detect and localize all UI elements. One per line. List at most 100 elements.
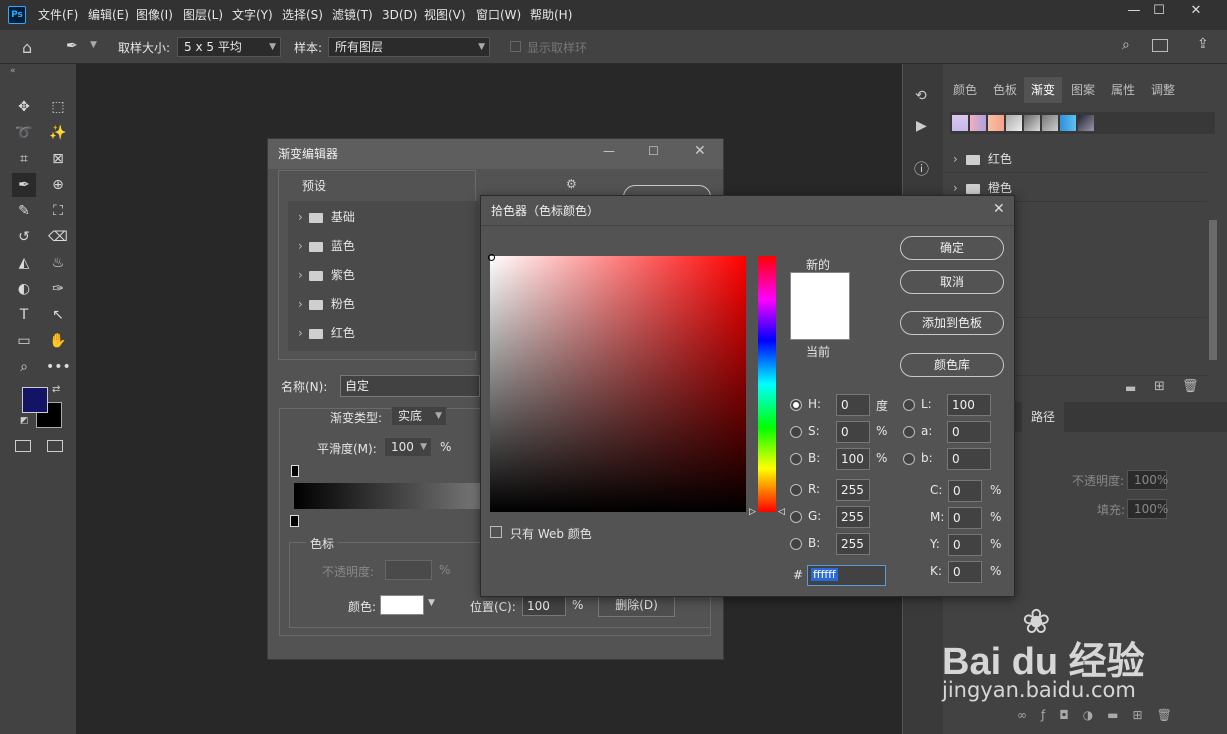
picker-close-button[interactable]: ✕: [993, 201, 1005, 217]
dialog-maximize-button[interactable]: ☐: [648, 144, 659, 158]
chevron-down-icon[interactable]: ▼: [428, 598, 435, 608]
fill-tool-icon[interactable]: ◭: [12, 251, 36, 275]
new-group-icon[interactable]: ▬: [1125, 381, 1136, 395]
radio-L[interactable]: [903, 399, 915, 411]
tab-5[interactable]: 调整: [1144, 77, 1182, 103]
close-button[interactable]: ✕: [1180, 0, 1212, 24]
tab-0[interactable]: 颜色: [946, 77, 984, 103]
play-icon[interactable]: ▶: [916, 118, 927, 134]
input-L[interactable]: 100: [947, 394, 991, 416]
radio-b[interactable]: [903, 453, 915, 465]
menu-item-9[interactable]: 窗口(W): [476, 0, 521, 30]
more-tools-icon[interactable]: •••: [46, 355, 71, 379]
color-field-cursor[interactable]: [488, 254, 495, 261]
input-a[interactable]: 0: [947, 421, 991, 443]
workspace-icon[interactable]: [1152, 39, 1168, 52]
gradient-swatch[interactable]: [1078, 115, 1094, 131]
delete-stop-button[interactable]: 删除(D): [598, 594, 675, 617]
frame-tool-icon[interactable]: ⊠: [46, 147, 70, 171]
dialog-close-button[interactable]: ✕: [694, 143, 706, 159]
radio-H[interactable]: [790, 399, 802, 411]
brush-tool-icon[interactable]: ✎: [12, 199, 36, 223]
gradient-swatch[interactable]: [952, 115, 968, 131]
opacity-stop[interactable]: [291, 465, 299, 477]
hue-slider-right-arrow[interactable]: ◁: [778, 507, 785, 517]
hue-slider[interactable]: [758, 256, 776, 512]
input-b[interactable]: 0: [947, 448, 991, 470]
share-icon[interactable]: ⇪: [1197, 36, 1209, 52]
magic-wand-tool-icon[interactable]: ✨: [46, 121, 70, 145]
opacity-field[interactable]: 100%: [1127, 470, 1168, 490]
eyedropper-tool-icon[interactable]: ✒: [12, 173, 36, 197]
eraser-tool-icon[interactable]: ⌫: [46, 225, 70, 249]
new-item-icon[interactable]: ⊞: [1154, 379, 1165, 394]
input-S[interactable]: 0: [836, 421, 870, 443]
preset-folder[interactable]: › 红色: [290, 319, 480, 348]
dodge-tool-icon[interactable]: ◐: [12, 277, 36, 301]
history-icon[interactable]: ⟲: [915, 88, 927, 104]
stop-color-swatch[interactable]: [380, 595, 424, 615]
sample-select[interactable]: 所有图层 ▼: [328, 37, 490, 57]
menu-item-2[interactable]: 图像(I): [136, 0, 173, 30]
location-input[interactable]: 100: [522, 596, 566, 616]
add-to-swatches-button[interactable]: 添加到色板: [900, 311, 1004, 335]
shape-tool-icon[interactable]: ▭: [12, 329, 36, 353]
collapse-icon[interactable]: «: [10, 66, 16, 76]
info-icon[interactable]: ⓘ: [914, 158, 929, 179]
radio-B[interactable]: [790, 453, 802, 465]
menu-item-3[interactable]: 图层(L): [183, 0, 223, 30]
picker-cancel-button[interactable]: 取消: [900, 270, 1004, 294]
menu-item-0[interactable]: 文件(F): [38, 0, 78, 30]
menu-item-4[interactable]: 文字(Y): [232, 0, 273, 30]
blur-tool-icon[interactable]: ♨: [46, 251, 70, 275]
select-arrow-tool-icon[interactable]: ↖: [46, 303, 70, 327]
preset-folder[interactable]: › 基础: [290, 203, 480, 232]
menu-item-7[interactable]: 3D(D): [382, 0, 417, 30]
tab-1[interactable]: 色板: [986, 77, 1024, 103]
menu-item-8[interactable]: 视图(V): [424, 0, 466, 30]
gradient-swatch[interactable]: [1042, 115, 1058, 131]
hex-input[interactable]: ffffff: [807, 565, 886, 586]
trash-icon[interactable]: 🗑: [1182, 379, 1199, 394]
patch-tool-icon[interactable]: ⊕: [46, 173, 70, 197]
input-H[interactable]: 0: [836, 394, 870, 416]
crop-tool-icon[interactable]: ⌗: [12, 147, 36, 171]
input-G[interactable]: 255: [836, 506, 870, 528]
panel-scrollbar[interactable]: [1209, 220, 1217, 360]
tab-2[interactable]: 渐变: [1024, 77, 1062, 103]
show-ring-checkbox[interactable]: [510, 41, 521, 52]
menu-item-10[interactable]: 帮助(H): [530, 0, 572, 30]
preset-folder[interactable]: › 紫色: [290, 261, 480, 290]
preset-folder[interactable]: › 粉色: [290, 290, 480, 319]
menu-item-1[interactable]: 编辑(E): [88, 0, 129, 30]
color-libraries-button[interactable]: 颜色库: [900, 353, 1004, 377]
input-B2[interactable]: 255: [836, 533, 870, 555]
input-R[interactable]: 255: [836, 479, 870, 501]
radio-S[interactable]: [790, 426, 802, 438]
menu-item-5[interactable]: 选择(S): [282, 0, 323, 30]
layers-footer-icons[interactable]: ∞ƒ◘◑▬⊞🗑: [1017, 708, 1217, 726]
chevron-down-icon[interactable]: ▼: [90, 40, 97, 50]
history-brush-tool-icon[interactable]: ↺: [12, 225, 36, 249]
radio-G[interactable]: [790, 511, 802, 523]
color-stop[interactable]: [290, 515, 299, 527]
type-tool-icon[interactable]: T: [12, 303, 36, 327]
radio-B2[interactable]: [790, 538, 802, 550]
tab-3[interactable]: 图案: [1064, 77, 1102, 103]
gradient-swatch[interactable]: [970, 115, 986, 131]
hue-slider-left-arrow[interactable]: ▷: [749, 507, 756, 517]
quick-mask-icon[interactable]: [15, 440, 31, 452]
input-K[interactable]: 0: [948, 561, 982, 583]
gradient-folder[interactable]: › 红色: [945, 145, 1207, 173]
dialog-minimize-button[interactable]: —: [603, 144, 615, 158]
radio-R[interactable]: [790, 484, 802, 496]
gradient-bar[interactable]: [294, 483, 480, 509]
tab-4[interactable]: 属性: [1104, 77, 1142, 103]
name-input[interactable]: 自定: [340, 375, 480, 397]
foreground-color-swatch[interactable]: [22, 387, 48, 413]
home-icon[interactable]: ⌂: [22, 38, 32, 57]
lasso-tool-icon[interactable]: ➰: [12, 121, 36, 145]
marquee-tool-icon[interactable]: ⬚: [46, 95, 70, 119]
color-field[interactable]: [490, 256, 746, 512]
gradient-swatch[interactable]: [988, 115, 1004, 131]
